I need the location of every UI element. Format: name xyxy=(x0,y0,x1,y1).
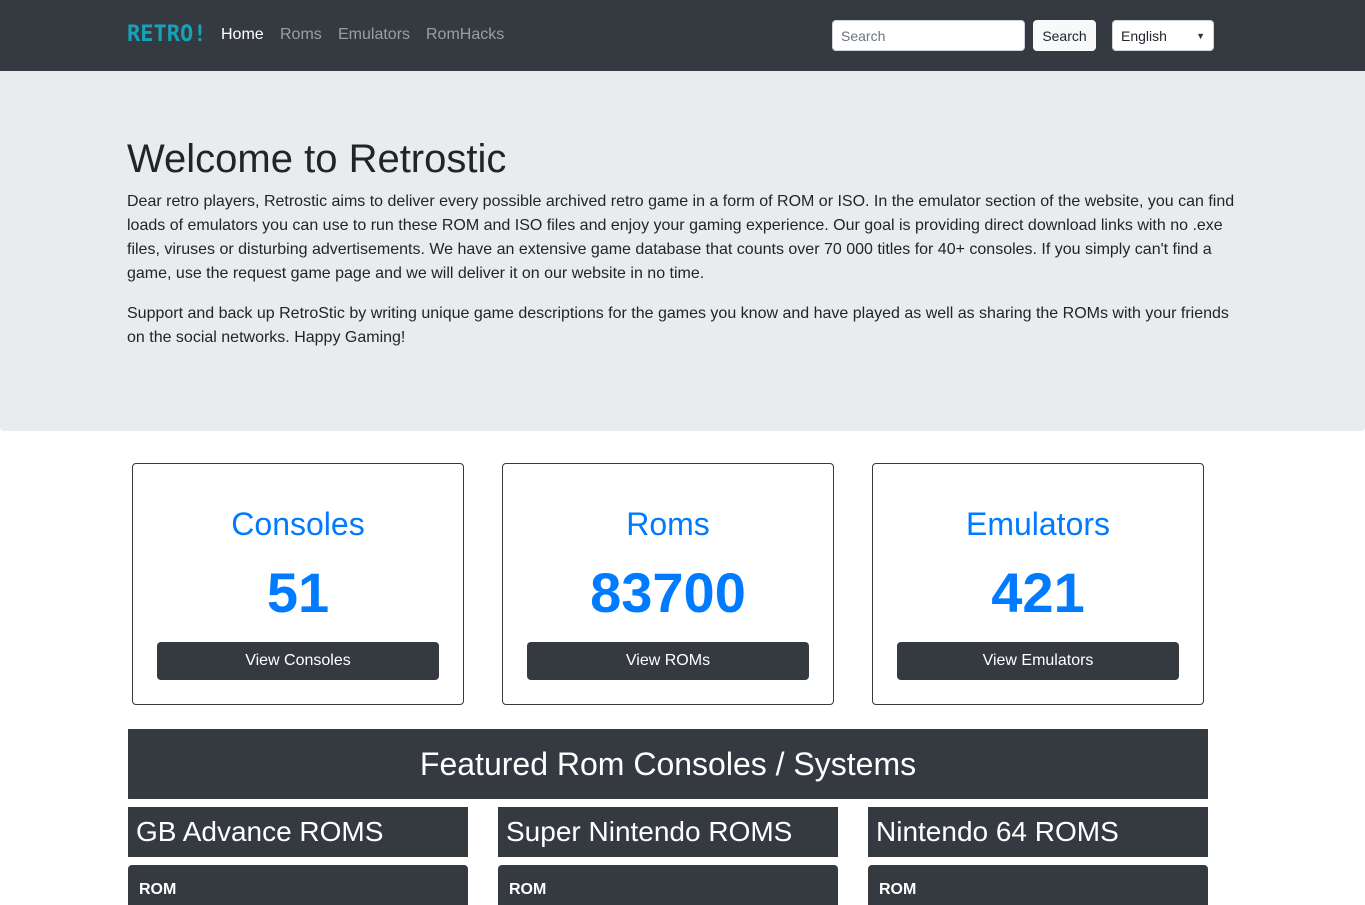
nav-link-home[interactable]: Home xyxy=(221,25,264,45)
search-button[interactable]: Search xyxy=(1033,20,1096,51)
nav-link-roms[interactable]: Roms xyxy=(280,25,322,45)
view-emulators-button[interactable]: View Emulators xyxy=(897,642,1179,680)
featured-system-snes[interactable]: Super Nintendo ROMS xyxy=(498,807,838,857)
support-paragraph: Support and back up RetroStic by writing… xyxy=(127,305,1229,346)
search-input[interactable] xyxy=(832,20,1025,51)
nav-link-romhacks[interactable]: RomHacks xyxy=(426,25,504,45)
brand-logo[interactable]: RETRO! xyxy=(127,20,206,50)
featured-section-title: Featured Rom Consoles / Systems xyxy=(128,729,1208,799)
consoles-card: Consoles 51 View Consoles xyxy=(132,463,464,705)
featured-system-gba[interactable]: GB Advance ROMS xyxy=(128,807,468,857)
chevron-down-icon: ▼ xyxy=(1196,30,1205,41)
page-title: Welcome to Retrostic xyxy=(127,137,507,181)
roms-card: Roms 83700 View ROMs xyxy=(502,463,834,705)
card-count: 83700 xyxy=(590,561,746,624)
view-roms-button[interactable]: View ROMs xyxy=(527,642,809,680)
card-title: Roms xyxy=(626,506,710,542)
nav-link-emulators[interactable]: Emulators xyxy=(338,25,410,45)
table-header-rom: ROM xyxy=(498,865,838,905)
table-header-rom: ROM xyxy=(128,865,468,905)
language-select-value: English xyxy=(1121,27,1167,44)
card-title: Consoles xyxy=(231,506,365,542)
card-title: Emulators xyxy=(965,506,1111,542)
featured-system-n64[interactable]: Nintendo 64 ROMS xyxy=(868,807,1208,857)
card-count: 51 xyxy=(266,561,330,624)
emulators-card: Emulators 421 View Emulators xyxy=(872,463,1204,705)
card-count: 421 xyxy=(991,561,1085,624)
view-consoles-button[interactable]: View Consoles xyxy=(157,642,439,680)
top-navbar: RETRO! Home Roms Emulators RomHacks Sear… xyxy=(0,0,1365,71)
table-header-rom: ROM xyxy=(868,865,1208,905)
language-select[interactable]: English ▼ xyxy=(1112,20,1214,51)
intro-paragraph: Dear retro players, Retrostic aims to de… xyxy=(127,193,1235,282)
